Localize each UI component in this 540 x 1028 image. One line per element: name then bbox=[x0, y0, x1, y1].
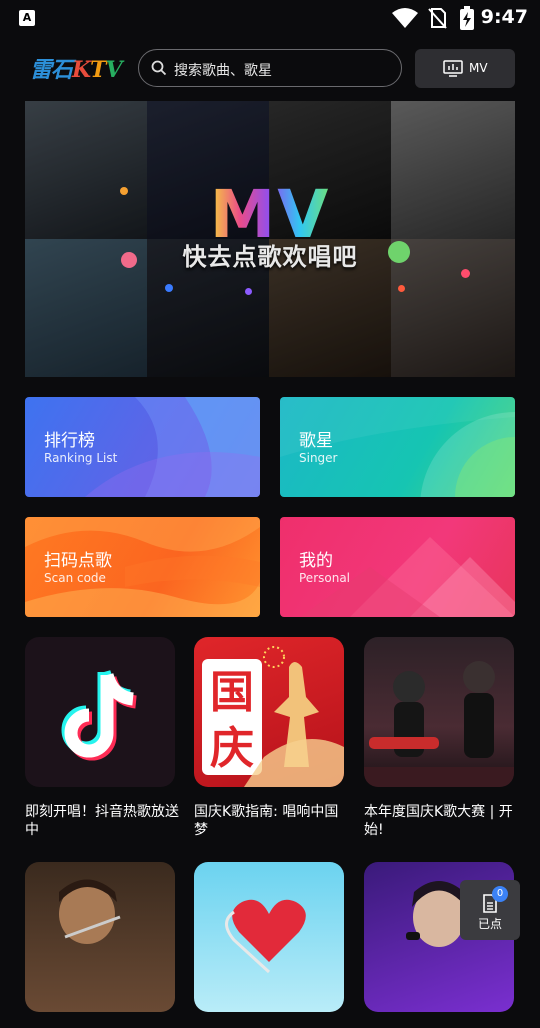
ranking-list-card[interactable]: 排行榜 Ranking List bbox=[25, 397, 260, 497]
playlist-item[interactable] bbox=[25, 862, 175, 1028]
search-input[interactable]: 搜索歌曲、歌星 bbox=[138, 49, 402, 87]
selected-label: 已点 bbox=[477, 917, 502, 931]
clock: 9:47 bbox=[480, 6, 528, 28]
wifi-icon bbox=[392, 8, 418, 28]
playlist-cover bbox=[364, 637, 514, 787]
tiktok-icon bbox=[61, 669, 138, 761]
search-placeholder: 搜索歌曲、歌星 bbox=[174, 63, 272, 79]
status-bar: A 9:47 bbox=[0, 0, 540, 36]
playlist-item[interactable]: 即刻开唱！抖音热歌放送中 bbox=[25, 637, 179, 839]
cover-art-text: 国庆 bbox=[210, 667, 254, 774]
mv-button[interactable]: MV bbox=[415, 49, 515, 88]
playlist-cover bbox=[194, 862, 344, 1012]
no-sim-icon bbox=[428, 8, 447, 29]
playlist-cover bbox=[25, 862, 175, 1012]
selected-count-badge: 0 bbox=[492, 886, 508, 902]
selected-songs-button[interactable]: 0 已点 bbox=[460, 880, 520, 940]
app-notification-icon: A bbox=[19, 10, 35, 26]
app-logo: 雷石KTV bbox=[30, 57, 123, 83]
singer-card[interactable]: 歌星 Singer bbox=[280, 397, 515, 497]
playlist-cover bbox=[25, 637, 175, 787]
playlist-caption: 国庆K歌指南: 唱响中国梦 bbox=[194, 804, 339, 838]
banner-tagline: 快去点歌欢唱吧 bbox=[182, 243, 358, 271]
playlist-item[interactable]: 本年度国庆K歌大赛 | 开始! bbox=[364, 637, 514, 839]
playlist-cover: 国庆 bbox=[194, 637, 344, 787]
monitor-chart-icon bbox=[443, 60, 463, 77]
personal-card[interactable]: 我的 Personal bbox=[280, 517, 515, 617]
playlist-item[interactable]: 国庆 国庆K歌指南: 唱响中国梦 bbox=[194, 637, 344, 839]
battery-charging-icon bbox=[460, 6, 474, 30]
playlist-caption: 即刻开唱！抖音热歌放送中 bbox=[25, 804, 179, 838]
scan-code-card[interactable]: 扫码点歌 Scan code bbox=[25, 517, 260, 617]
playlist-caption: 本年度国庆K歌大赛 | 开始! bbox=[364, 804, 513, 838]
search-icon bbox=[151, 60, 167, 76]
mv-banner[interactable]: MV 快去点歌欢唱吧 bbox=[25, 101, 515, 377]
playlist-item[interactable] bbox=[194, 862, 344, 1028]
